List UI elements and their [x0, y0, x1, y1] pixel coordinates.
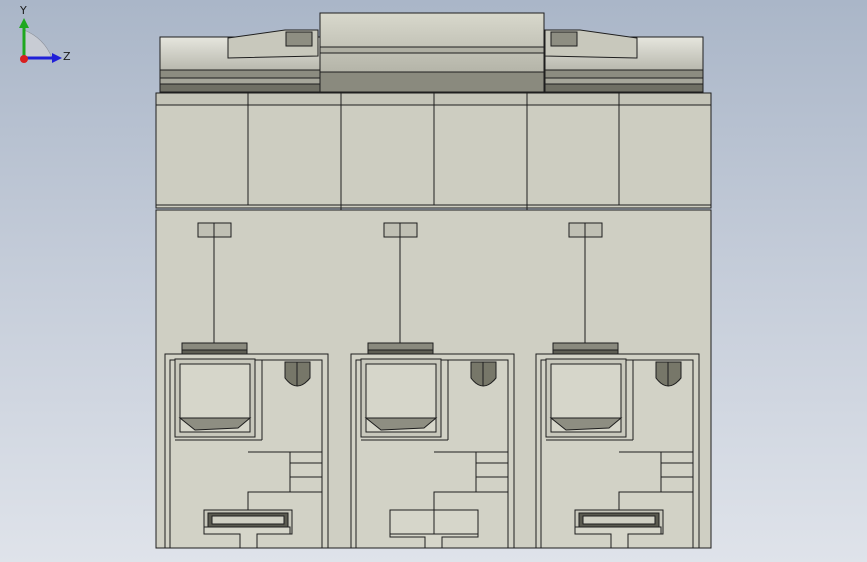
triad-origin-icon	[20, 55, 28, 63]
triad-plane-icon	[23, 29, 53, 59]
breaker-model-view[interactable]	[0, 0, 867, 562]
z-axis-label: Z	[63, 50, 71, 63]
y-axis-label: Y	[19, 4, 27, 17]
left-lever-window	[285, 31, 313, 47]
right-lever-window	[550, 31, 578, 47]
model-viewport[interactable]: Y Z	[0, 0, 867, 562]
orientation-triad: Y Z	[19, 4, 71, 63]
top-lever-assembly	[159, 12, 704, 94]
